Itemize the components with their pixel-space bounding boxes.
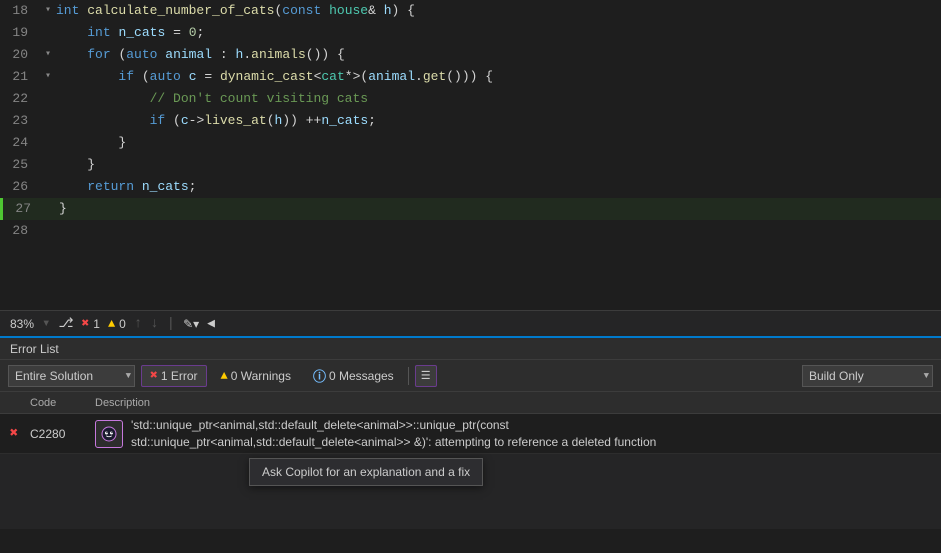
scope-dropdown-wrapper[interactable]: Entire Solution Current Project Current …: [8, 365, 135, 387]
separator-2: ↑: [134, 316, 142, 332]
line-indicator: ▾: [40, 66, 56, 88]
copilot-icon-button[interactable]: [95, 420, 123, 448]
th-description: Description: [89, 397, 937, 409]
collapse-arrow-icon[interactable]: ▾: [45, 44, 51, 66]
toolbar-separator: [408, 367, 409, 385]
code-line-19: 19 int n_cats = 0;: [0, 22, 941, 44]
code-line-27: 27}: [0, 198, 941, 220]
line-content: for (auto animal : h.animals()) {: [56, 44, 941, 66]
line-number: 28: [0, 220, 40, 242]
collapse-arrow-icon[interactable]: ▾: [45, 0, 51, 22]
warning-count-status: 0: [119, 317, 126, 331]
error-table-header: Code Description: [0, 392, 941, 414]
line-content: return n_cats;: [56, 176, 941, 198]
warning-badge-text: 0 Warnings: [231, 369, 291, 383]
row-description-cell: 'std::unique_ptr<animal,std::default_del…: [89, 417, 937, 451]
warning-icon-status: ▲: [108, 317, 115, 331]
row-code: C2280: [24, 427, 89, 441]
line-number: 23: [0, 110, 40, 132]
copilot-svg-icon: [100, 425, 118, 443]
line-content: if (c->lives_at(h)) ++n_cats;: [56, 110, 941, 132]
th-code: Code: [24, 397, 89, 409]
line-number: 26: [0, 176, 40, 198]
warning-badge[interactable]: ▲ 0 Warnings: [213, 365, 299, 387]
code-line-28: 28: [0, 220, 941, 242]
panel-toolbar: Entire Solution Current Project Current …: [0, 360, 941, 392]
code-line-22: 22 // Don't count visiting cats: [0, 88, 941, 110]
row-description-text: 'std::unique_ptr<animal,std::default_del…: [131, 417, 656, 451]
separator-4: |: [167, 316, 175, 332]
code-line-23: 23 if (c->lives_at(h)) ++n_cats;: [0, 110, 941, 132]
message-badge-text: 0 Messages: [329, 369, 394, 383]
separator-3: ↓: [150, 316, 158, 332]
code-line-25: 25 }: [0, 154, 941, 176]
line-number: 20: [0, 44, 40, 66]
copilot-tooltip: Ask Copilot for an explanation and a fix: [249, 458, 483, 486]
line-content: int calculate_number_of_cats(const house…: [56, 0, 941, 22]
format-icon[interactable]: ✎▾: [183, 317, 199, 331]
line-number: 27: [3, 198, 43, 220]
left-arrow-icon[interactable]: ◀: [207, 316, 215, 331]
code-editor: 18▾int calculate_number_of_cats(const ho…: [0, 0, 941, 310]
panel-title-bar: Error List: [0, 338, 941, 360]
error-badge-icon: ✖: [150, 368, 158, 383]
message-badge[interactable]: ⓘ 0 Messages: [305, 365, 402, 387]
line-content: // Don't count visiting cats: [56, 88, 941, 110]
line-number: 24: [0, 132, 40, 154]
line-number: 19: [0, 22, 40, 44]
line-content: }: [59, 198, 941, 220]
line-indicator: ▾: [40, 44, 56, 66]
message-badge-icon: ⓘ: [313, 366, 326, 385]
scope-dropdown[interactable]: Entire Solution Current Project Current …: [8, 365, 135, 387]
line-number: 18: [0, 0, 40, 22]
code-line-20: 20▾ for (auto animal : h.animals()) {: [0, 44, 941, 66]
warning-badge-icon: ▲: [221, 369, 228, 383]
line-content: if (auto c = dynamic_cast<cat*>(animal.g…: [56, 66, 941, 88]
line-content: }: [56, 154, 941, 176]
panel-title: Error List: [10, 342, 59, 356]
error-icon-status: ✖: [81, 316, 89, 331]
code-line-21: 21▾ if (auto c = dynamic_cast<cat*>(anim…: [0, 66, 941, 88]
editor-statusbar: 83% ▾ ⎇ ✖ 1 ▲ 0 ↑ ↓ | ✎▾ ◀: [0, 310, 941, 336]
code-line-26: 26 return n_cats;: [0, 176, 941, 198]
filter-button[interactable]: ☰: [415, 365, 437, 387]
line-number: 25: [0, 154, 40, 176]
line-number: 21: [0, 66, 40, 88]
separator-1: ▾: [42, 315, 50, 332]
code-line-18: 18▾int calculate_number_of_cats(const ho…: [0, 0, 941, 22]
error-row[interactable]: ✖ C2280 'std::unique_ptr<animal,std::def…: [0, 414, 941, 454]
build-dropdown-wrapper[interactable]: Build Only Build + IntelliSense ▼: [802, 365, 933, 387]
row-error-icon: ✖: [4, 425, 24, 442]
build-dropdown[interactable]: Build Only Build + IntelliSense: [802, 365, 933, 387]
line-content: }: [56, 132, 941, 154]
line-content: int n_cats = 0;: [56, 22, 941, 44]
error-count-status: 1: [93, 317, 100, 331]
error-panel: Error List Entire Solution Current Proje…: [0, 336, 941, 529]
code-line-24: 24 }: [0, 132, 941, 154]
error-badge[interactable]: ✖ 1 Error: [141, 365, 207, 387]
line-number: 22: [0, 88, 40, 110]
line-indicator: ▾: [40, 0, 56, 22]
filter-icon: ☰: [421, 369, 431, 383]
error-badge-text: 1 Error: [161, 369, 198, 383]
zoom-level: 83%: [10, 317, 34, 331]
git-branch-icon: ⎇: [58, 316, 73, 331]
collapse-arrow-icon[interactable]: ▾: [45, 66, 51, 88]
